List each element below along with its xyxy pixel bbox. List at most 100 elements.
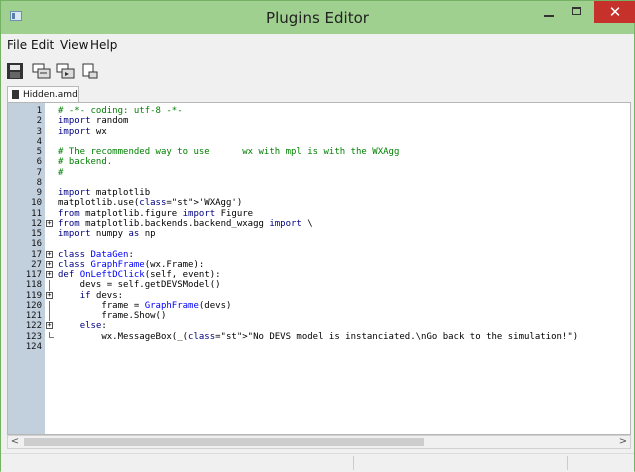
minimize-button[interactable]: [536, 1, 562, 23]
status-divider: [567, 456, 568, 470]
code-line[interactable]: 123 wx.MessageBox(_(class="st">"No DEVS …: [8, 331, 628, 342]
fold-toggle-icon[interactable]: +: [46, 260, 53, 268]
code-line[interactable]: 122 + else:: [8, 321, 628, 331]
tool-icon: [32, 63, 51, 79]
save-icon: [7, 63, 23, 79]
fold-toggle-icon[interactable]: +: [46, 219, 53, 227]
line-number: 11: [31, 208, 42, 219]
code-line[interactable]: 11 from matplotlib.figure import Figure: [8, 209, 628, 219]
fold-toggle-icon[interactable]: +: [46, 322, 53, 330]
line-number: 120: [25, 300, 42, 311]
code-line[interactable]: 12 + from matplotlib.backends.backend_wxag…: [8, 219, 628, 229]
code-text: from matplotlib.backends.backend_wxagg i…: [58, 218, 313, 229]
tool-button-1[interactable]: [32, 62, 51, 80]
save-button[interactable]: [6, 62, 24, 80]
code-line[interactable]: 120 frame = GraphFrame(devs): [8, 300, 628, 311]
close-button[interactable]: ✕: [594, 1, 635, 23]
code-text: import wx: [58, 126, 107, 137]
scroll-right-arrow[interactable]: >: [616, 436, 630, 448]
line-number: 117: [25, 270, 42, 280]
code-line[interactable]: 9 import matplotlib: [8, 188, 628, 198]
code-text: def OnLeftDClick(self, event):: [58, 270, 221, 280]
line-number: 6: [36, 157, 42, 168]
code-line[interactable]: 6 # backend.: [8, 157, 628, 167]
line-number: 16: [31, 239, 42, 250]
line-number: 2: [36, 116, 42, 127]
line-number: 10: [31, 198, 42, 209]
line-number: 119: [25, 290, 42, 301]
code-editor[interactable]: 1 # -*- coding: utf-8 -*- 2 import random 3 i…: [7, 102, 631, 435]
code-text: wx.MessageBox(_(class="st">"No DEVS mode…: [58, 331, 579, 342]
tool-button-3[interactable]: [80, 62, 98, 80]
maximize-button[interactable]: [564, 1, 590, 23]
code-line[interactable]: 5 # The recommended way to use wx with mp…: [8, 147, 628, 157]
menu-edit[interactable]: Edit: [31, 38, 54, 52]
code-text: # -*- coding: utf-8 -*-: [58, 106, 183, 116]
fold-guide: [49, 280, 50, 291]
tab-hidden-amd[interactable]: Hidden.amd: [7, 86, 79, 103]
line-number: 5: [36, 147, 42, 157]
code-line[interactable]: 118 devs = self.getDEVSModel(): [8, 280, 628, 291]
fold-guide: [49, 311, 50, 322]
code-line[interactable]: 7 #: [8, 168, 628, 178]
scroll-left-arrow[interactable]: <: [8, 436, 22, 448]
plugins-editor-window: Plugins Editor ✕ File Edit View Help Hid…: [0, 0, 635, 472]
code-text: class GraphFrame(wx.Frame):: [58, 259, 205, 270]
line-number: 9: [36, 188, 42, 198]
fold-toggle-icon[interactable]: +: [46, 271, 53, 278]
title-bar[interactable]: Plugins Editor ✕: [1, 1, 635, 34]
toolbar: [1, 58, 634, 85]
code-text: matplotlib.use(class="st">'WXAgg'): [58, 198, 243, 209]
code-line[interactable]: 117 + def OnLeftDClick(self, event):: [8, 270, 628, 280]
code-text: # The recommended way to use wx with mpl…: [58, 147, 400, 157]
code-text: frame = GraphFrame(devs): [58, 300, 232, 311]
code-line[interactable]: 15 import numpy as np: [8, 229, 628, 239]
code-text: import matplotlib: [58, 188, 151, 198]
line-number: 122: [25, 321, 42, 332]
code-text: import random: [58, 116, 129, 127]
code-line[interactable]: 3 import wx: [8, 127, 628, 137]
fold-toggle-icon[interactable]: +: [46, 291, 53, 299]
line-number: 12: [31, 218, 42, 229]
line-number: 27: [31, 259, 42, 270]
file-icon: [12, 90, 19, 99]
menu-help[interactable]: Help: [90, 38, 117, 52]
code-line[interactable]: 16: [8, 239, 628, 249]
fold-end-guide: [49, 331, 54, 338]
code-line[interactable]: 4: [8, 137, 628, 147]
tab-label: Hidden.amd: [23, 90, 78, 100]
scrollbar-thumb[interactable]: [24, 438, 424, 446]
code-line[interactable]: 27 + class GraphFrame(wx.Frame):: [8, 260, 628, 270]
line-number: 123: [25, 331, 42, 342]
code-line[interactable]: 119 + if devs:: [8, 291, 628, 301]
code-text: devs = self.getDEVSModel(): [58, 280, 221, 291]
fold-toggle-icon[interactable]: +: [46, 250, 53, 258]
menu-file[interactable]: File: [7, 38, 27, 52]
line-number: 124: [25, 341, 42, 352]
code-line[interactable]: 2 import random: [8, 116, 628, 126]
horizontal-scrollbar[interactable]: < >: [7, 435, 631, 449]
code-text: # backend.: [58, 157, 113, 168]
tool-button-2[interactable]: [56, 62, 75, 80]
line-number: 8: [36, 177, 42, 188]
menu-view[interactable]: View: [60, 38, 88, 52]
line-number: 15: [31, 229, 42, 239]
tool-icon: [56, 63, 75, 79]
code-text: #: [58, 167, 64, 178]
code-line[interactable]: 124: [8, 342, 628, 352]
code-line[interactable]: 10 matplotlib.use(class="st">'WXAgg'): [8, 198, 628, 208]
code-text: class DataGen:: [58, 249, 134, 260]
code-line[interactable]: 8: [8, 178, 628, 188]
line-number: 17: [31, 249, 42, 260]
line-number: 1: [36, 106, 42, 116]
line-number: 7: [36, 167, 42, 178]
tool-icon: [82, 63, 98, 79]
code-line[interactable]: 121 frame.Show(): [8, 311, 628, 322]
code-line[interactable]: 1 # -*- coding: utf-8 -*-: [8, 106, 628, 116]
menu-bar: File Edit View Help: [1, 35, 634, 56]
code-text: import numpy as np: [58, 229, 156, 239]
line-number: 118: [25, 280, 42, 291]
code-line[interactable]: 17 + class DataGen:: [8, 250, 628, 260]
line-number: 121: [25, 311, 42, 321]
code-text: frame.Show(): [58, 311, 167, 321]
